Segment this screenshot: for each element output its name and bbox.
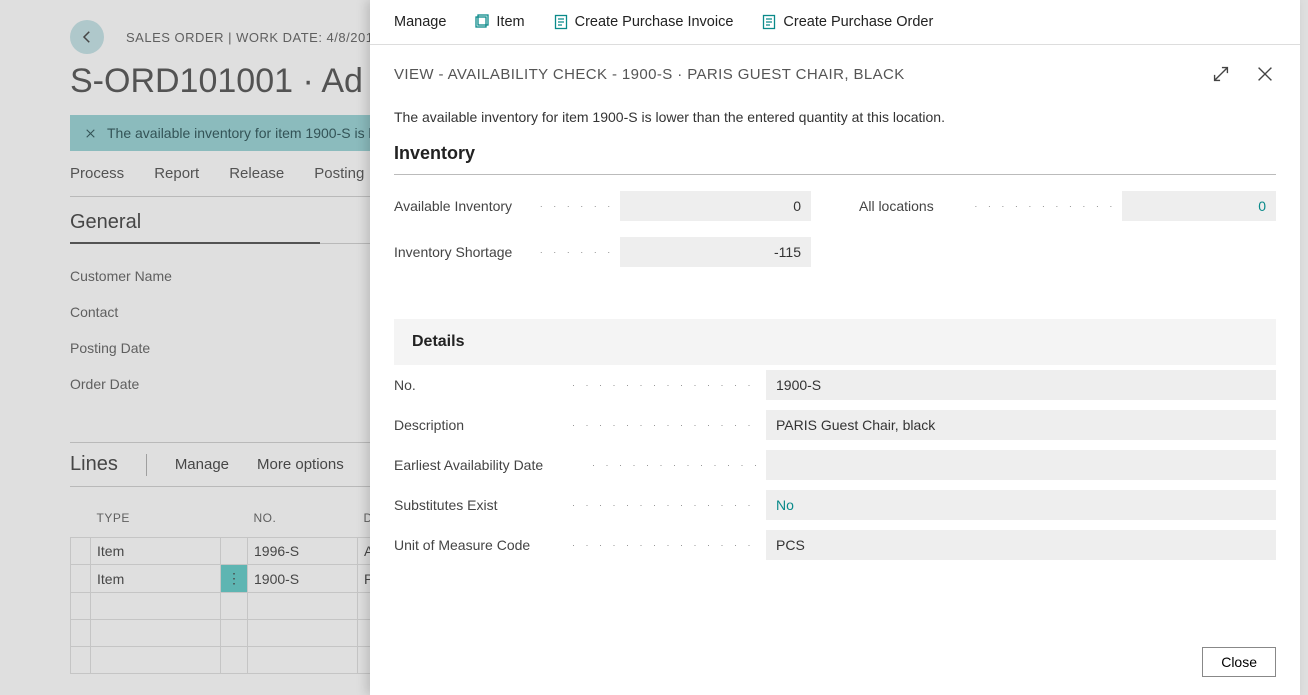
detail-uom-value[interactable]: PCS bbox=[766, 530, 1276, 560]
col-type[interactable]: TYPE bbox=[91, 499, 221, 538]
banner-text: The available inventory for item 1900-S … bbox=[107, 125, 372, 141]
order-icon bbox=[761, 14, 777, 30]
detail-eadate-label: Earliest Availability Date bbox=[394, 457, 584, 473]
table-row: Item1996-SA bbox=[71, 538, 400, 565]
toolbar-create-order[interactable]: Create Purchase Order bbox=[761, 14, 933, 30]
field-contact: Contact bbox=[70, 294, 370, 330]
close-button[interactable]: Close bbox=[1202, 647, 1276, 677]
modal-warning-text: The available inventory for item 1900-S … bbox=[370, 91, 1300, 143]
details-heading: Details bbox=[394, 319, 1276, 365]
toolbar-item[interactable]: Item bbox=[474, 14, 524, 30]
invoice-icon bbox=[553, 14, 569, 30]
action-posting[interactable]: Posting bbox=[314, 165, 364, 182]
detail-desc-value[interactable]: PARIS Guest Chair, black bbox=[766, 410, 1276, 440]
lines-manage[interactable]: Manage bbox=[175, 456, 229, 473]
detail-uom-label: Unit of Measure Code bbox=[394, 537, 564, 553]
modal-toolbar: Manage Item Create Purchase Invoice Crea… bbox=[370, 0, 1300, 45]
action-release[interactable]: Release bbox=[229, 165, 284, 182]
col-no[interactable]: NO. bbox=[248, 499, 358, 538]
lines-title: Lines bbox=[70, 453, 118, 476]
detail-subs-value[interactable]: No bbox=[766, 490, 1276, 520]
detail-desc-label: Description bbox=[394, 417, 564, 433]
detail-no-value[interactable]: 1900-S bbox=[766, 370, 1276, 400]
detail-eadate-value[interactable] bbox=[766, 450, 1276, 480]
toolbar-manage[interactable]: Manage bbox=[394, 14, 446, 30]
detail-subs-label: Substitutes Exist bbox=[394, 497, 564, 513]
toolbar-create-invoice[interactable]: Create Purchase Invoice bbox=[553, 14, 734, 30]
back-button[interactable] bbox=[70, 20, 104, 54]
inventory-heading: Inventory bbox=[370, 143, 1300, 164]
table-row: Item ⋮ 1900-SP bbox=[71, 565, 400, 593]
inventory-shortage-value[interactable]: -115 bbox=[620, 237, 811, 267]
action-process[interactable]: Process bbox=[70, 165, 124, 182]
breadcrumb: SALES ORDER | WORK DATE: 4/8/2019 bbox=[126, 30, 381, 45]
field-order-date: Order Date bbox=[70, 366, 370, 402]
inventory-shortage-label: Inventory Shortage bbox=[394, 244, 534, 260]
modal-title: VIEW - AVAILABILITY CHECK - 1900-S · PAR… bbox=[394, 66, 905, 83]
availability-check-panel: Manage Item Create Purchase Invoice Crea… bbox=[370, 0, 1300, 695]
field-customer-name: Customer Name bbox=[70, 258, 370, 294]
action-report[interactable]: Report bbox=[154, 165, 199, 182]
available-inventory-label: Available Inventory bbox=[394, 198, 534, 214]
section-general[interactable]: General bbox=[70, 197, 320, 244]
lines-more[interactable]: More options bbox=[257, 456, 344, 473]
all-locations-label: All locations bbox=[859, 198, 968, 214]
close-icon[interactable] bbox=[1254, 63, 1276, 85]
expand-icon[interactable] bbox=[1210, 63, 1232, 85]
item-icon bbox=[474, 14, 490, 30]
detail-no-label: No. bbox=[394, 377, 564, 393]
row-menu-icon[interactable]: ⋮ bbox=[221, 565, 248, 593]
available-inventory-value[interactable]: 0 bbox=[620, 191, 811, 221]
field-posting-date: Posting Date bbox=[70, 330, 370, 366]
all-locations-value[interactable]: 0 bbox=[1122, 191, 1276, 221]
lines-table: TYPE NO. D Item1996-SA Item ⋮ 1900-SP bbox=[70, 499, 400, 674]
